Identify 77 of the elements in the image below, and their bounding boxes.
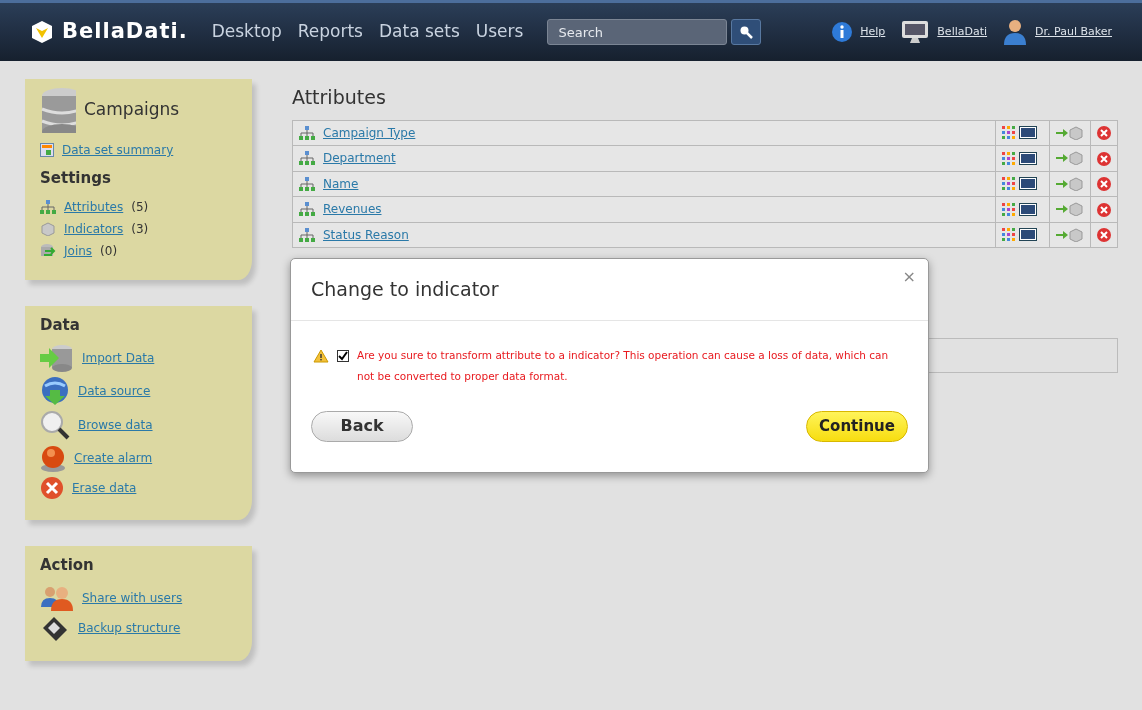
user-icon [1003,19,1028,45]
close-button[interactable]: × [902,269,916,285]
attribute-link[interactable]: Name [323,174,359,193]
sidebar-link[interactable]: Share with users [82,588,183,607]
nav-link[interactable]: Data sets [378,19,460,45]
database-arrows-icon [40,242,56,259]
globe-icon [40,376,70,406]
summary-icon [40,143,54,157]
attribute-link[interactable]: Department [323,149,396,168]
arrow-cube-icon [1056,125,1084,140]
sidebar-link[interactable]: Create alarm [74,449,153,467]
monitor-icon [901,20,930,44]
check-icon [338,350,348,361]
delete-icon [1097,177,1111,192]
nav-link[interactable]: Dr. Paul Baker [1035,23,1112,41]
color-grid-icon [1002,151,1015,165]
logo-icon [30,20,54,44]
delete-icon [1097,126,1111,141]
arrow-cube-icon [1056,176,1084,191]
info-icon [832,22,853,42]
sidebar-link[interactable]: Import Data [82,349,155,367]
sidebar-link[interactable]: Backup structure [78,618,181,637]
hierarchy-icon [299,202,315,217]
section-heading: Data [40,314,81,336]
database-icon [40,87,76,133]
hierarchy-icon [299,227,315,242]
section-heading: Settings [40,168,112,189]
hierarchy-icon [299,125,315,140]
brand-name[interactable]: BellaDati. [62,16,188,48]
search-button[interactable] [731,19,762,45]
arrow-cube-icon [1056,202,1084,217]
sidebar-link[interactable]: Attributes [64,197,124,216]
delete-icon [1097,151,1111,166]
warning-message: Are you sure to transform attribute to a indicator? This operation can cause a loss of data, which can not be converted to proper data format. [357,347,890,384]
color-grid-icon [1002,126,1015,140]
nav-link[interactable]: Reports [297,19,363,45]
dialog-title: Change to indicator [311,277,499,302]
database-import-icon [40,344,74,372]
nav-link[interactable]: Help [860,23,886,41]
attribute-link[interactable]: Revenues [323,200,382,219]
page-title: Attributes [292,85,387,110]
section-heading: Action [40,555,95,576]
search-icon [739,25,754,39]
hierarchy-icon [299,176,315,191]
item-count: (3) [131,220,149,238]
attribute-link[interactable]: Status Reason [323,225,409,244]
sidebar-link[interactable]: Indicators [64,219,124,238]
sidebar-link[interactable]: Data source [78,382,151,400]
alarm-light-icon [40,444,66,472]
delete-icon [1097,202,1111,217]
sidebar-link[interactable]: Browse data [78,416,153,434]
color-grid-icon [1002,177,1015,191]
sidebar-link[interactable]: Erase data [72,479,137,497]
nav-link[interactable]: BellaDati [937,23,988,41]
users-icon [40,584,74,611]
item-count: (5) [131,198,149,216]
delete-icon [1097,228,1111,243]
warning-icon [313,348,329,363]
arrow-cube-icon [1056,151,1084,166]
magnifier-icon [40,410,70,440]
item-count: (0) [100,242,118,260]
color-grid-icon [1002,202,1015,216]
delete-icon [40,476,64,500]
sidebar-link[interactable]: Joins [64,241,93,260]
search-field[interactable]: Search [547,19,728,45]
nav-link[interactable]: Users [475,19,524,45]
nav-link[interactable]: Desktop [211,19,282,45]
sidebar-link[interactable]: Data set summary [62,141,174,159]
checkbox[interactable] [337,349,349,362]
attribute-link[interactable]: Campaign Type [323,123,416,142]
continue-button[interactable]: Continue [806,410,908,442]
back-button[interactable]: Back [311,410,413,442]
dataset-title: Campaigns [84,98,180,122]
color-grid-icon [1002,228,1015,242]
hierarchy-icon [299,151,315,166]
hierarchy-icon [40,199,56,214]
arrow-cube-icon [1056,227,1084,242]
